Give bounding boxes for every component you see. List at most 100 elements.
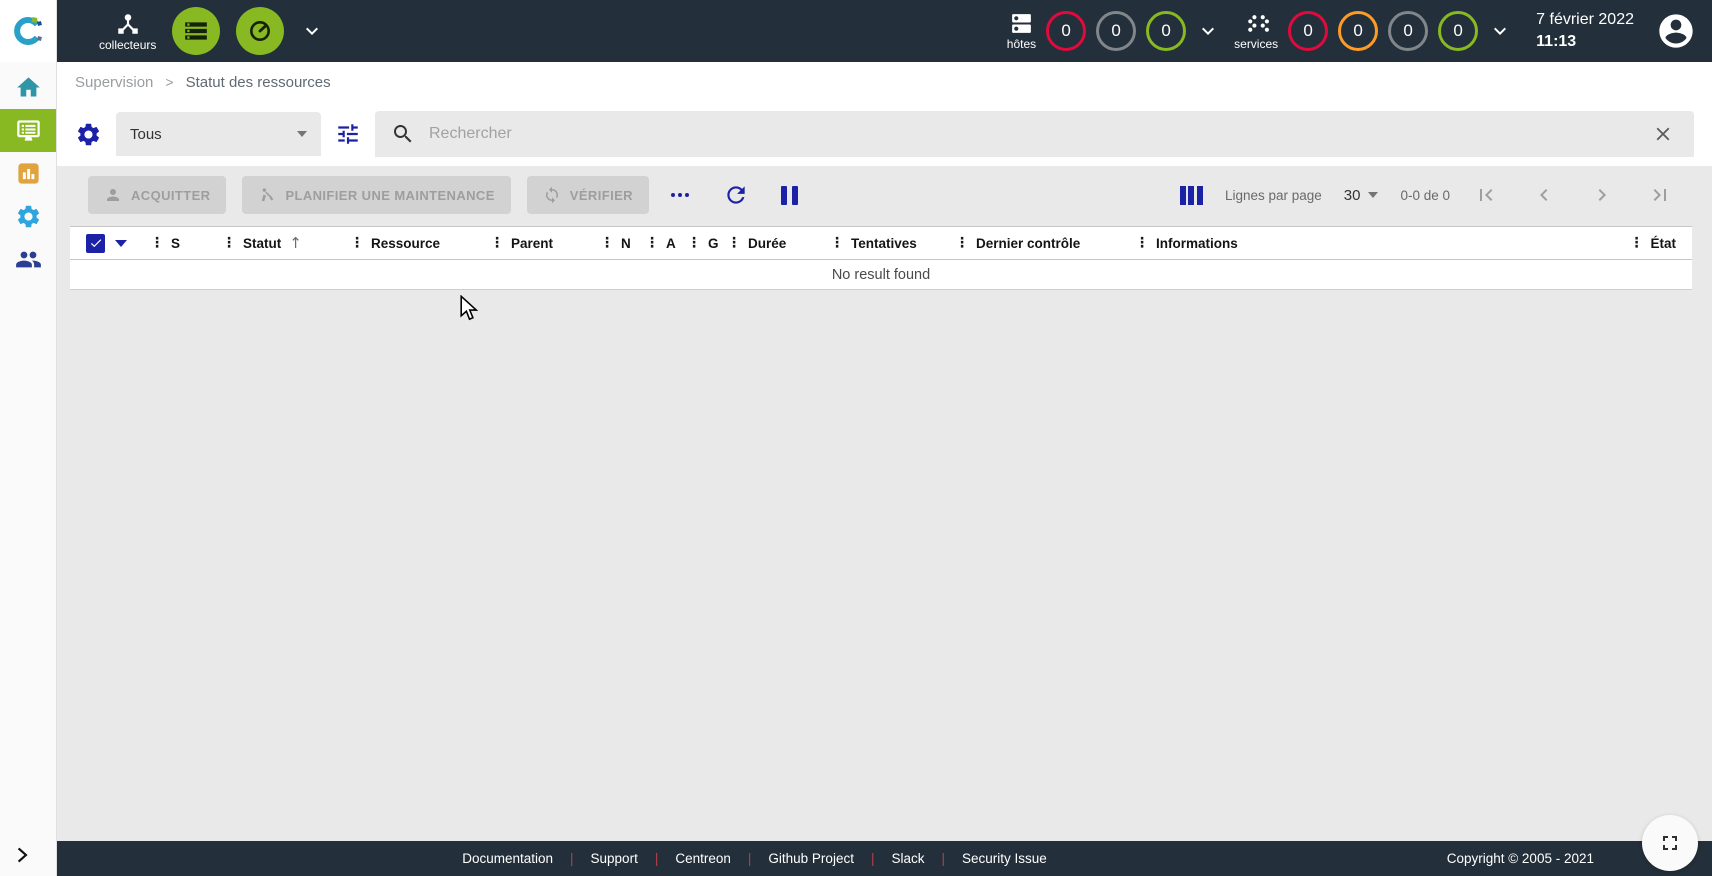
hosts-critical-counter[interactable]: 0 bbox=[1046, 11, 1086, 51]
copyright: Copyright © 2005 - 2021 bbox=[1447, 851, 1594, 866]
column-header-tries[interactable]: ⋮Tentatives bbox=[830, 236, 955, 251]
hosts-chevron[interactable] bbox=[1196, 19, 1220, 43]
services-chevron[interactable] bbox=[1488, 19, 1512, 43]
chevron-down-icon bbox=[1196, 19, 1220, 43]
sidebar-item-configuration[interactable] bbox=[0, 195, 56, 238]
column-header-state[interactable]: ⋮État bbox=[1629, 236, 1676, 251]
drag-handle-icon[interactable]: ⋮ bbox=[645, 236, 659, 250]
select-menu-caret[interactable] bbox=[115, 240, 127, 247]
hosts-status-group: hôtes 0 0 0 bbox=[1007, 11, 1220, 51]
sidebar-nav bbox=[0, 66, 56, 281]
sidebar bbox=[0, 0, 57, 876]
filter-scope-value: Tous bbox=[130, 126, 162, 143]
filter-scope-select[interactable]: Tous bbox=[116, 112, 321, 156]
footer: Documentation | Support | Centreon | Git… bbox=[57, 841, 1712, 876]
check-button[interactable]: VÉRIFIER bbox=[527, 176, 649, 214]
breadcrumb-supervision[interactable]: Supervision bbox=[75, 74, 153, 91]
sync-icon bbox=[543, 186, 561, 204]
services-menu[interactable]: services bbox=[1234, 11, 1278, 51]
services-warning-counter[interactable]: 0 bbox=[1338, 11, 1378, 51]
user-avatar[interactable] bbox=[1656, 11, 1696, 51]
drag-handle-icon[interactable]: ⋮ bbox=[687, 236, 701, 250]
previous-page-button[interactable] bbox=[1530, 181, 1558, 209]
pause-autorefresh-button[interactable] bbox=[777, 182, 802, 209]
sidebar-expand-button[interactable] bbox=[0, 838, 57, 872]
sidebar-item-home[interactable] bbox=[0, 66, 56, 109]
last-page-button[interactable] bbox=[1646, 181, 1674, 209]
breadcrumb: Supervision > Statut des ressources bbox=[57, 62, 1712, 102]
column-header-graph[interactable]: ⋮G bbox=[687, 236, 727, 251]
drag-handle-icon[interactable]: ⋮ bbox=[1135, 236, 1149, 250]
sidebar-item-administration[interactable] bbox=[0, 238, 56, 281]
drag-handle-icon[interactable]: ⋮ bbox=[830, 236, 844, 250]
column-header-duration[interactable]: ⋮Durée bbox=[727, 236, 830, 251]
pollers-hub-icon bbox=[115, 11, 141, 37]
drag-handle-icon[interactable]: ⋮ bbox=[955, 236, 969, 250]
more-actions-button[interactable] bbox=[665, 187, 695, 203]
acknowledge-button[interactable]: ACQUITTER bbox=[88, 176, 226, 214]
current-time: 11:13 bbox=[1536, 31, 1634, 53]
footer-link-support[interactable]: Support bbox=[591, 851, 638, 866]
footer-link-documentation[interactable]: Documentation bbox=[462, 851, 553, 866]
rows-per-page-select[interactable]: 30 bbox=[1344, 187, 1379, 204]
select-all-checkbox[interactable] bbox=[86, 234, 105, 253]
poller-latency-button[interactable] bbox=[236, 7, 284, 55]
tune-filters-icon[interactable] bbox=[335, 121, 361, 147]
services-label: services bbox=[1234, 37, 1278, 51]
header-band: Supervision > Statut des ressources Tous bbox=[57, 62, 1712, 166]
first-page-icon bbox=[1474, 183, 1498, 207]
column-header-resource[interactable]: ⋮Ressource bbox=[350, 236, 490, 251]
downtime-button[interactable]: PLANIFIER UNE MAINTENANCE bbox=[242, 176, 510, 214]
pollers-chevron[interactable] bbox=[300, 19, 324, 43]
footer-link-security[interactable]: Security Issue bbox=[962, 851, 1047, 866]
sort-asc-icon: ↑ bbox=[289, 234, 302, 252]
footer-link-slack[interactable]: Slack bbox=[891, 851, 924, 866]
sidebar-item-supervision[interactable] bbox=[0, 109, 56, 152]
pollers-menu[interactable]: collecteurs bbox=[99, 11, 156, 52]
fullscreen-button[interactable] bbox=[1642, 815, 1698, 871]
chevron-down-icon bbox=[1488, 19, 1512, 43]
filter-settings-icon[interactable] bbox=[75, 121, 102, 148]
next-page-button[interactable] bbox=[1588, 181, 1616, 209]
footer-link-github[interactable]: Github Project bbox=[768, 851, 854, 866]
footer-link-centreon[interactable]: Centreon bbox=[675, 851, 731, 866]
column-header-action[interactable]: ⋮A bbox=[645, 236, 687, 251]
hosts-unknown-counter[interactable]: 0 bbox=[1096, 11, 1136, 51]
drag-handle-icon[interactable]: ⋮ bbox=[600, 236, 614, 250]
hosts-menu[interactable]: hôtes bbox=[1007, 11, 1036, 51]
first-page-button[interactable] bbox=[1472, 181, 1500, 209]
refresh-button[interactable] bbox=[719, 178, 753, 212]
hosts-ok-counter[interactable]: 0 bbox=[1146, 11, 1186, 51]
edit-columns-icon[interactable] bbox=[1180, 186, 1203, 205]
person-icon bbox=[104, 186, 122, 204]
column-header-parent[interactable]: ⋮Parent bbox=[490, 236, 600, 251]
gear-icon bbox=[15, 203, 42, 230]
column-header-last-check[interactable]: ⋮Dernier contrôle bbox=[955, 236, 1135, 251]
pollers-group: collecteurs bbox=[99, 7, 324, 55]
drag-handle-icon[interactable]: ⋮ bbox=[1629, 236, 1643, 250]
people-icon bbox=[15, 246, 42, 273]
column-header-notes[interactable]: ⋮N bbox=[600, 236, 645, 251]
sidebar-item-reporting[interactable] bbox=[0, 152, 56, 195]
drag-handle-icon[interactable]: ⋮ bbox=[727, 236, 741, 250]
monitoring-icon bbox=[15, 117, 42, 144]
column-header-information[interactable]: ⋮Informations bbox=[1135, 236, 1629, 251]
column-header-status[interactable]: ⋮Statut↑ bbox=[222, 234, 350, 252]
centreon-logo[interactable] bbox=[0, 0, 56, 62]
chevron-right-icon bbox=[12, 844, 34, 866]
clear-search-button[interactable] bbox=[1648, 119, 1678, 149]
services-critical-counter[interactable]: 0 bbox=[1288, 11, 1328, 51]
services-ok-counter[interactable]: 0 bbox=[1438, 11, 1478, 51]
search-input[interactable] bbox=[429, 125, 1634, 143]
drag-handle-icon[interactable]: ⋮ bbox=[222, 236, 236, 250]
poller-status-button[interactable] bbox=[172, 7, 220, 55]
last-page-icon bbox=[1648, 183, 1672, 207]
footer-links: Documentation | Support | Centreon | Git… bbox=[462, 851, 1047, 866]
column-header-severity[interactable]: ⋮S bbox=[150, 236, 222, 251]
services-unknown-counter[interactable]: 0 bbox=[1388, 11, 1428, 51]
drag-handle-icon[interactable]: ⋮ bbox=[490, 236, 504, 250]
drag-handle-icon[interactable]: ⋮ bbox=[350, 236, 364, 250]
drag-handle-icon[interactable]: ⋮ bbox=[150, 236, 164, 250]
chevron-down-icon bbox=[297, 131, 307, 137]
bar-chart-icon bbox=[15, 160, 42, 187]
